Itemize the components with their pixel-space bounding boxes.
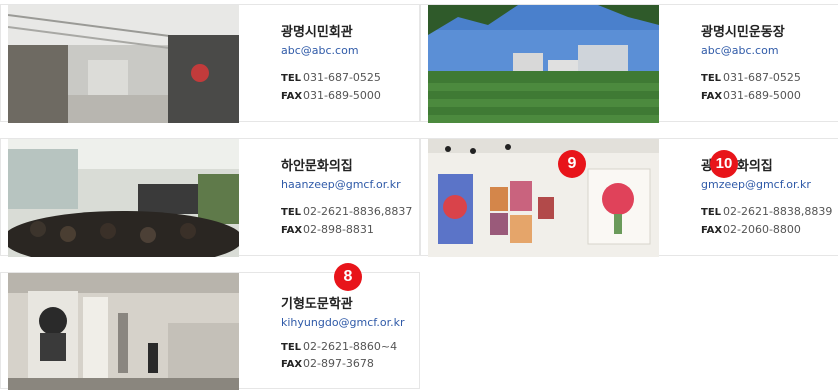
- tel-label: TEL: [701, 207, 722, 218]
- fax-label: FAX: [701, 91, 723, 102]
- fax-value: 031-689-5000: [723, 89, 801, 102]
- venue-card[interactable]: 광명시민회관 abc@abc.com TEL 031-687-0525 FAX03…: [0, 4, 421, 123]
- venue-tel: TEL 02-2621-8838,8839: [701, 205, 832, 218]
- tel-label: TEL: [281, 73, 302, 84]
- tel-value: 02-2621-8860~4: [303, 340, 398, 353]
- venue-email-link[interactable]: abc@abc.com: [281, 44, 359, 57]
- venue-info: 하안문화의집 haanzeep@gmcf.or.kr TEL 02-2621-88…: [281, 139, 421, 257]
- venue-info: 광명시민운동장 abc@abc.com TEL 031-687-0525 FAX0…: [701, 5, 838, 123]
- venue-card[interactable]: 광명시민운동장 abc@abc.com TEL 031-687-0525 FAX0…: [420, 4, 838, 123]
- venue-name: 광명시민회관: [281, 25, 353, 40]
- venue-photo[interactable]: [8, 5, 239, 123]
- fax-label: FAX: [281, 225, 303, 236]
- venue-fax: FAX02-897-3678: [281, 357, 374, 370]
- tel-value: 02-2621-8836,8837: [303, 205, 413, 218]
- venue-name: 기형도문학관: [281, 297, 353, 312]
- gallery-exhibition-image: [428, 139, 659, 257]
- tel-value: 031-687-0525: [723, 71, 801, 84]
- venue-email-link[interactable]: haanzeep@gmcf.or.kr: [281, 178, 401, 191]
- venue-card[interactable]: 하안문화의집 haanzeep@gmcf.or.kr TEL 02-2621-88…: [0, 138, 421, 257]
- number-badge-8: 8: [334, 263, 362, 291]
- venue-email-link[interactable]: gmzeep@gmcf.or.kr: [701, 178, 811, 191]
- venue-info: 기형도문학관 kihyungdo@gmcf.or.kr TEL 02-2621-8…: [281, 273, 421, 391]
- venue-card[interactable]: 광명문화의집 gmzeep@gmcf.or.kr TEL02-2621-8838…: [420, 138, 838, 257]
- fax-value: 02-897-3678: [303, 357, 374, 370]
- tel-label: TEL: [281, 207, 302, 218]
- venue-email-link[interactable]: kihyungdo@gmcf.or.kr: [281, 316, 405, 329]
- venue-fax: FAX031-689-5000: [701, 89, 801, 102]
- tel-label: TEL: [281, 342, 302, 353]
- venue-name: 하안문화의집: [281, 159, 353, 174]
- fax-label: FAX: [701, 225, 723, 236]
- tel-value: 031-687-0525: [303, 71, 381, 84]
- venue-photo[interactable]: [428, 5, 659, 123]
- fax-value: 02-898-8831: [303, 223, 374, 236]
- venue-photo[interactable]: [8, 139, 239, 257]
- venue-photo[interactable]: [8, 273, 239, 390]
- stadium-field-image: [428, 5, 659, 123]
- fax-value: 02-2060-8800: [723, 223, 801, 236]
- venue-name: 광명시민운동장: [701, 25, 785, 40]
- venue-fax: FAX031-689-5000: [281, 89, 381, 102]
- fax-value: 031-689-5000: [303, 89, 381, 102]
- venue-email-link[interactable]: abc@abc.com: [701, 44, 779, 57]
- venue-tel: TEL 031-687-0525: [281, 71, 381, 84]
- venue-info: 광명시민회관 abc@abc.com TEL 031-687-0525 FAX03…: [281, 5, 421, 123]
- tel-label: TEL: [701, 73, 722, 84]
- venue-tel: TEL 031-687-0525: [701, 71, 801, 84]
- fax-label: FAX: [281, 359, 303, 370]
- venue-tel: TEL 02-2621-8836,8837: [281, 205, 412, 218]
- venue-tel: TEL 02-2621-8860~4: [281, 340, 397, 353]
- number-badge-9: 9: [558, 150, 586, 178]
- civic-hall-lobby-image: [8, 5, 239, 123]
- venue-card[interactable]: 기형도문학관 kihyungdo@gmcf.or.kr TEL 02-2621-8…: [0, 272, 421, 391]
- concert-audience-image: [8, 139, 239, 257]
- venue-photo[interactable]: [428, 139, 659, 257]
- venue-fax: FAX02-898-8831: [281, 223, 374, 236]
- tel-value: 02-2621-8838,8839: [723, 205, 833, 218]
- number-badge-10: 10: [710, 150, 738, 178]
- literature-museum-image: [8, 273, 239, 390]
- venue-fax: FAX02-2060-8800: [701, 223, 801, 236]
- fax-label: FAX: [281, 91, 303, 102]
